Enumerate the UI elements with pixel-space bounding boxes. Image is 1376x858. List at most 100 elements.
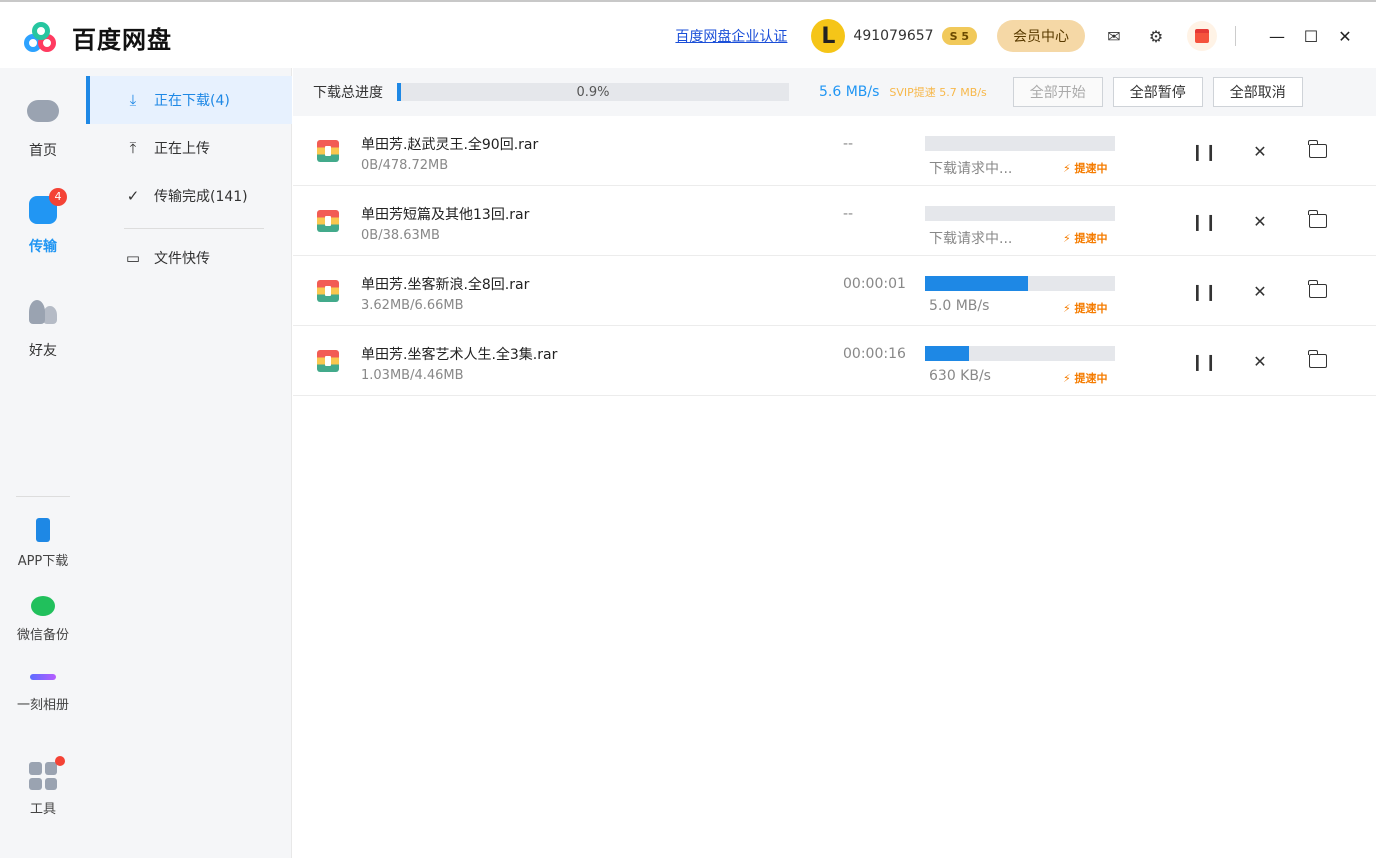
task-boost-label[interactable]: ⚡ 提速中 [1063, 300, 1108, 316]
task-status: 下载请求中... [929, 231, 1013, 247]
title-bar-actions: 百度网盘企业认证 L 491079657 S 5 会员中心 ✉ ⚙ — ☐ ✕ [675, 18, 1356, 54]
folder-icon[interactable] [1307, 280, 1329, 302]
mail-icon[interactable]: ✉ [1103, 25, 1125, 47]
task-file-name: 单田芳短篇及其他13回.rar [361, 207, 530, 223]
left-rail: 首页 4 传输 好友 APP下载 微信备份 一刻相册 工具 [0, 68, 86, 858]
task-boost-label[interactable]: ⚡ 提速中 [1063, 230, 1108, 246]
pause-icon[interactable]: ❙❙ [1191, 280, 1218, 302]
rail-label-tools: 工具 [29, 802, 56, 817]
task-progress-bar [925, 206, 1115, 221]
app-logo[interactable]: 百度网盘 [24, 20, 172, 55]
download-icon: ⤓ [129, 91, 137, 109]
svip-speed[interactable]: SVIP提速 5.7 MB/s [889, 84, 986, 100]
submenu-uploading[interactable]: ⤒ 正在上传 [86, 124, 292, 172]
task-status: 下载请求中... [929, 161, 1013, 177]
task-boost-label[interactable]: ⚡ 提速中 [1063, 370, 1108, 386]
task-file-name: 单田芳.坐客新浪.全8回.rar [361, 277, 530, 293]
submenu-completed[interactable]: ✓ 传输完成(141) [86, 172, 292, 220]
cancel-icon[interactable]: ✕ [1249, 280, 1271, 302]
task-status: 630 KB/s [929, 368, 991, 384]
cancel-icon[interactable]: ✕ [1249, 210, 1271, 232]
submenu-divider [124, 228, 264, 229]
rail-item-friends[interactable]: 好友 [0, 296, 86, 360]
task-row[interactable]: 单田芳.赵武灵王.全90回.rar 0B/478.72MB -- 下载请求中..… [293, 116, 1376, 186]
member-center-button[interactable]: 会员中心 [997, 20, 1085, 52]
download-panel: 下载总进度 0.9% 5.6 MB/s SVIP提速 5.7 MB/s 全部开始… [293, 68, 1376, 858]
phone-icon [36, 518, 50, 542]
task-remaining-time: -- [843, 206, 854, 222]
total-progress-fill [397, 83, 401, 101]
upload-icon: ⤒ [129, 139, 137, 157]
task-file-size: 0B/38.63MB [361, 228, 440, 243]
avatar[interactable]: L [811, 19, 846, 53]
task-list: 单田芳.赵武灵王.全90回.rar 0B/478.72MB -- 下载请求中..… [293, 116, 1376, 396]
monitor-icon: ▭ [125, 249, 141, 267]
rail-item-tools[interactable]: 工具 [0, 756, 86, 817]
folder-icon[interactable] [1307, 140, 1329, 162]
rail-item-home[interactable]: 首页 [0, 92, 86, 160]
rar-file-icon [317, 350, 339, 372]
pause-icon[interactable]: ❙❙ [1191, 210, 1218, 232]
task-row[interactable]: 单田芳短篇及其他13回.rar 0B/38.63MB -- 下载请求中... ⚡… [293, 186, 1376, 256]
submenu-downloading-label: 正在下载(4) [154, 93, 230, 109]
rail-item-wechat-backup[interactable]: 微信备份 [0, 596, 86, 643]
title-bar: 百度网盘 百度网盘企业认证 L 491079657 S 5 会员中心 ✉ ⚙ —… [0, 4, 1376, 68]
total-progress-label: 下载总进度 [313, 85, 383, 101]
app-window: 百度网盘 百度网盘企业认证 L 491079657 S 5 会员中心 ✉ ⚙ —… [0, 0, 1376, 858]
user-id[interactable]: 491079657 [853, 28, 933, 44]
rail-label-transfer: 传输 [29, 239, 57, 255]
folder-icon[interactable] [1307, 210, 1329, 232]
moment-album-icon [30, 674, 56, 680]
rail-item-transfer[interactable]: 4 传输 [0, 188, 86, 256]
settings-icon[interactable]: ⚙ [1145, 25, 1167, 47]
rail-label-app-download: APP下载 [17, 554, 69, 569]
pause-icon[interactable]: ❙❙ [1191, 350, 1218, 372]
transfer-submenu: ⤓ 正在下载(4) ⤒ 正在上传 ✓ 传输完成(141) ▭ 文件快传 [86, 68, 292, 858]
submenu-downloading[interactable]: ⤓ 正在下载(4) [86, 76, 292, 124]
folder-icon[interactable] [1307, 350, 1329, 372]
pause-all-button[interactable]: 全部暂停 [1112, 77, 1203, 107]
task-file-size: 3.62MB/6.66MB [361, 298, 464, 313]
total-progress-text: 0.9% [576, 84, 610, 100]
tools-icon [29, 756, 65, 790]
pause-icon[interactable]: ❙❙ [1191, 140, 1218, 162]
friends-icon [27, 300, 59, 332]
task-remaining-time: 00:00:16 [843, 346, 906, 362]
rail-item-app-download[interactable]: APP下载 [0, 518, 86, 569]
app-name: 百度网盘 [72, 26, 172, 54]
task-row[interactable]: 单田芳.坐客艺术人生.全3集.rar 1.03MB/4.46MB 00:00:1… [293, 326, 1376, 396]
enterprise-verify-link[interactable]: 百度网盘企业认证 [675, 26, 787, 46]
start-all-button[interactable]: 全部开始 [1012, 77, 1103, 107]
rar-file-icon [317, 280, 339, 302]
rail-label-moment-album: 一刻相册 [16, 698, 69, 713]
submenu-quick-transfer-label: 文件快传 [154, 251, 210, 267]
task-remaining-time: 00:00:01 [843, 276, 906, 292]
cancel-icon[interactable]: ✕ [1249, 140, 1271, 162]
task-progress-bar [925, 276, 1115, 291]
task-file-name: 单田芳.赵武灵王.全90回.rar [361, 137, 539, 153]
task-remaining-time: -- [843, 136, 854, 152]
rail-item-moment-album[interactable]: 一刻相册 [0, 666, 86, 713]
cancel-all-button[interactable]: 全部取消 [1212, 77, 1303, 107]
transfer-count-badge: 4 [49, 188, 67, 206]
task-boost-label[interactable]: ⚡ 提速中 [1063, 160, 1108, 176]
rail-label-home: 首页 [29, 143, 57, 159]
task-file-size: 0B/478.72MB [361, 158, 449, 173]
total-progress-bar: 0.9% [397, 83, 789, 101]
task-file-name: 单田芳.坐客艺术人生.全3集.rar [361, 347, 558, 363]
maximize-icon[interactable]: ☐ [1300, 25, 1322, 47]
task-file-size: 1.03MB/4.46MB [361, 368, 464, 383]
check-circle-icon: ✓ [126, 187, 140, 205]
download-toolbar: 下载总进度 0.9% 5.6 MB/s SVIP提速 5.7 MB/s 全部开始… [293, 68, 1376, 116]
tools-notification-dot [55, 756, 65, 766]
submenu-quick-transfer[interactable]: ▭ 文件快传 [86, 234, 292, 282]
minimize-icon[interactable]: — [1266, 25, 1288, 47]
gift-icon[interactable] [1187, 21, 1217, 51]
task-row[interactable]: 单田芳.坐客新浪.全8回.rar 3.62MB/6.66MB 00:00:01 … [293, 256, 1376, 326]
close-icon[interactable]: ✕ [1334, 25, 1356, 47]
cancel-icon[interactable]: ✕ [1249, 350, 1271, 372]
total-speed: 5.6 MB/s [819, 84, 880, 100]
submenu-uploading-label: 正在上传 [154, 141, 210, 157]
task-progress-bar [925, 136, 1115, 151]
svip-level-badge[interactable]: S 5 [941, 27, 977, 45]
